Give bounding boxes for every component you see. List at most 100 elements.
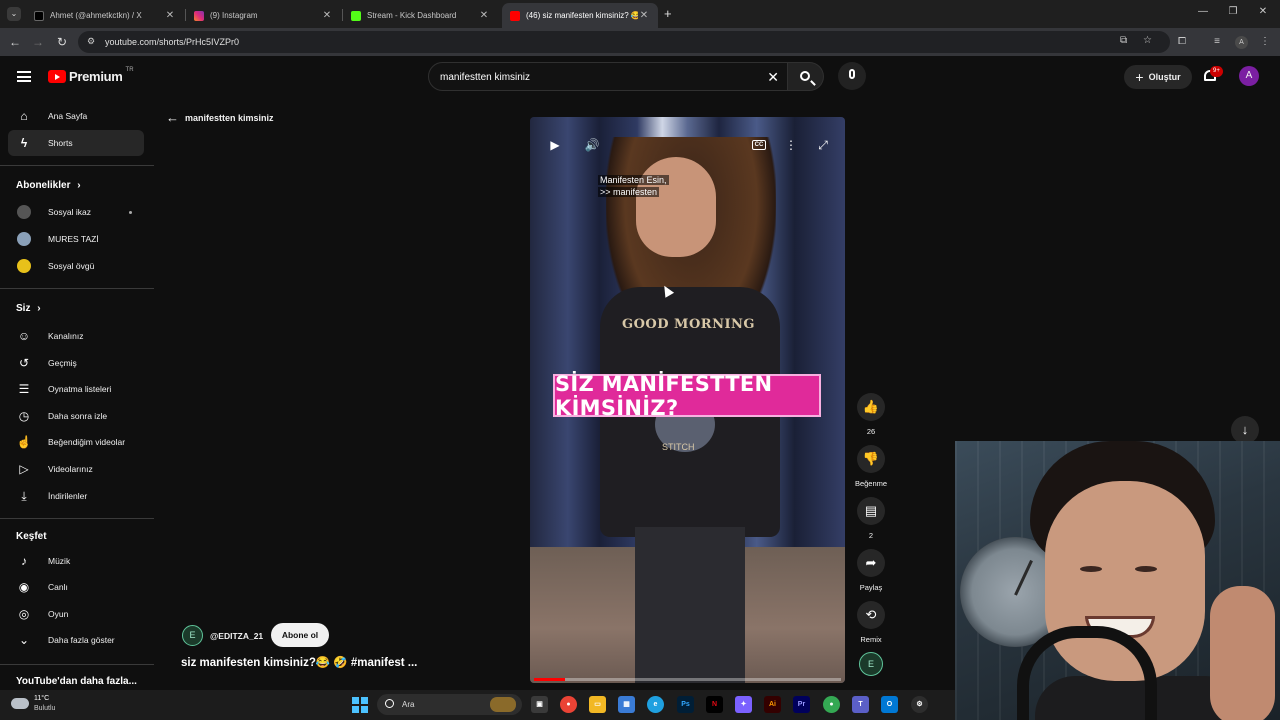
search-button[interactable] bbox=[788, 62, 824, 91]
channel-handle[interactable]: @EDITZA_21 bbox=[210, 631, 263, 641]
youtube-logo[interactable]: Premium TR bbox=[48, 67, 134, 84]
minimize-icon[interactable]: — bbox=[1193, 6, 1213, 17]
tab-list-chevron-icon[interactable]: ⌄ bbox=[7, 7, 21, 21]
volume-icon[interactable]: 🔊 bbox=[583, 136, 601, 154]
more-vertical-icon[interactable]: ⋮ bbox=[782, 136, 800, 154]
reload-icon[interactable]: ↻ bbox=[54, 35, 70, 49]
next-short-button[interactable]: ↓ bbox=[1231, 416, 1259, 444]
illustrator-icon[interactable]: Ai bbox=[764, 696, 781, 713]
teams-icon[interactable]: T bbox=[852, 696, 869, 713]
video-progress-bar[interactable] bbox=[534, 678, 841, 681]
site-info-icon[interactable]: ⚙ bbox=[87, 36, 95, 47]
chrome-icon[interactable]: ● bbox=[560, 696, 577, 713]
new-tab-button[interactable]: + bbox=[664, 6, 672, 21]
close-icon[interactable]: ✕ bbox=[478, 10, 490, 21]
share-label: Paylaş bbox=[859, 583, 883, 592]
sidebar-item-your-channel[interactable]: ☺ Kanalınız bbox=[8, 323, 144, 349]
sidebar-item-watch-later[interactable]: ◷ Daha sonra izle bbox=[8, 403, 144, 429]
share-button[interactable]: ➦ bbox=[857, 549, 885, 577]
back-arrow-icon[interactable]: ← bbox=[7, 35, 23, 49]
copilot-icon[interactable]: ✦ bbox=[735, 696, 752, 713]
browser-tab-youtube[interactable]: (46) siz manifesten kimsiniz? 😂 ✕ bbox=[502, 3, 658, 28]
chrome-active-icon[interactable]: ● bbox=[823, 696, 840, 713]
short-title[interactable]: siz manifesten kimsiniz?😂 🤣 #manifest ..… bbox=[181, 655, 417, 669]
sidebar-item-show-more[interactable]: ⌄ Daha fazla göster bbox=[8, 627, 144, 653]
browser-tab-kick[interactable]: Stream - Kick Dashboard ✕ bbox=[343, 3, 498, 28]
browser-tab-instagram[interactable]: (9) Instagram ✕ bbox=[186, 3, 341, 28]
install-app-icon[interactable]: ⧉ bbox=[1120, 35, 1127, 46]
url-field[interactable]: ⚙ youtube.com/shorts/PrHc5IVZPr0 ⧉ ☆ bbox=[78, 31, 1170, 53]
search-input[interactable]: manifestten kimsiniz ✕ bbox=[428, 62, 788, 91]
create-button[interactable]: + Oluştur bbox=[1124, 65, 1192, 89]
play-icon[interactable]: ▶ bbox=[546, 136, 564, 154]
subscribe-button[interactable]: Abone ol bbox=[271, 623, 329, 647]
sidebar-item-gaming[interactable]: ◎ Oyun bbox=[8, 601, 144, 627]
browser-tab-x[interactable]: Ahmet (@ahmetkctkn) / X ✕ bbox=[26, 3, 184, 28]
streamer-eye bbox=[1135, 566, 1157, 572]
live-icon: ◉ bbox=[18, 580, 30, 594]
subscriptions-heading[interactable]: Abonelikler › bbox=[16, 180, 81, 191]
clear-search-icon[interactable]: ✕ bbox=[767, 69, 779, 86]
sidebar-item-home[interactable]: ⌂ Ana Sayfa bbox=[8, 103, 144, 129]
sidebar-item-subscription[interactable]: Sosyal ikaz bbox=[8, 199, 144, 225]
shirt-print-text: GOOD MORNING bbox=[622, 317, 756, 332]
history-icon: ↺ bbox=[18, 356, 30, 370]
premiere-icon[interactable]: Pr bbox=[793, 696, 810, 713]
maximize-icon[interactable]: ❐ bbox=[1223, 6, 1243, 17]
close-icon[interactable]: ✕ bbox=[638, 10, 650, 21]
more-from-youtube-heading: YouTube'dan daha fazla... bbox=[16, 676, 137, 687]
new-content-dot bbox=[129, 210, 132, 214]
search-highlight-icon bbox=[490, 697, 516, 712]
sidebar-item-downloads[interactable]: ⤓ İndirilenler bbox=[8, 483, 144, 509]
remix-button[interactable]: ⟲ bbox=[857, 601, 885, 629]
extensions-icon[interactable]: ⧠ bbox=[1176, 36, 1188, 48]
task-view-icon[interactable]: ▣ bbox=[531, 696, 548, 713]
comments-button[interactable]: ▤ bbox=[857, 497, 885, 525]
netflix-icon[interactable]: N bbox=[706, 696, 723, 713]
settings-gear-icon[interactable]: ⚙ bbox=[911, 696, 928, 713]
clock-hand bbox=[1014, 559, 1033, 596]
media-controls-icon[interactable]: ≡ bbox=[1211, 36, 1223, 48]
taskbar-search[interactable]: Ara bbox=[377, 694, 522, 715]
close-icon[interactable]: ✕ bbox=[321, 10, 333, 21]
close-icon[interactable]: ✕ bbox=[164, 10, 176, 21]
more-vertical-icon[interactable]: ⋮ bbox=[1259, 36, 1271, 48]
dislike-button[interactable]: 👎 bbox=[857, 445, 885, 473]
dislike-label: Beğenme bbox=[854, 479, 888, 488]
sidebar-item-history[interactable]: ↺ Geçmiş bbox=[8, 350, 144, 376]
sidebar-item-playlists[interactable]: ☰ Oynatma listeleri bbox=[8, 376, 144, 402]
outlook-icon[interactable]: O bbox=[881, 696, 898, 713]
sidebar-item-liked-videos[interactable]: ☝ Beğendiğim videolar bbox=[8, 429, 144, 455]
channel-avatar[interactable]: E bbox=[182, 625, 203, 646]
tab-title: Stream - Kick Dashboard bbox=[367, 11, 457, 20]
bookmark-star-icon[interactable]: ☆ bbox=[1143, 35, 1152, 46]
sidebar-item-label: Geçmiş bbox=[48, 358, 77, 368]
sidebar-item-subscription[interactable]: Sosyal övgü bbox=[8, 253, 144, 279]
cloud-icon[interactable] bbox=[11, 698, 29, 709]
comment-count: 2 bbox=[868, 531, 874, 540]
sidebar-item-subscription[interactable]: MURES TAZİ bbox=[8, 226, 144, 252]
back-to-search[interactable]: ← manifestten kimsiniz bbox=[166, 110, 274, 125]
you-heading[interactable]: Siz › bbox=[16, 303, 41, 314]
voice-search-button[interactable] bbox=[838, 62, 866, 90]
close-window-icon[interactable]: ✕ bbox=[1253, 6, 1273, 17]
sidebar-item-live[interactable]: ◉ Canlı bbox=[8, 574, 144, 600]
sound-source-avatar[interactable]: E bbox=[859, 652, 883, 676]
edge-icon[interactable]: e bbox=[647, 696, 664, 713]
windows-start-icon[interactable] bbox=[352, 697, 368, 713]
sidebar-item-music[interactable]: ♪ Müzik bbox=[8, 548, 144, 574]
menu-icon[interactable] bbox=[17, 71, 31, 82]
file-explorer-icon[interactable]: ▭ bbox=[589, 696, 606, 713]
forward-arrow-icon[interactable]: → bbox=[30, 35, 46, 49]
photoshop-icon[interactable]: Ps bbox=[677, 696, 694, 713]
captions-button[interactable]: CC bbox=[750, 136, 768, 154]
like-button[interactable]: 👍 bbox=[857, 393, 885, 421]
sidebar-item-your-videos[interactable]: ▷ Videolarınız bbox=[8, 456, 144, 482]
store-icon[interactable]: ▦ bbox=[618, 696, 635, 713]
account-avatar[interactable]: A bbox=[1239, 66, 1259, 86]
profile-avatar[interactable]: A bbox=[1235, 36, 1248, 49]
sidebar-item-label: Sosyal övgü bbox=[48, 261, 95, 271]
fullscreen-icon[interactable]: ⤢ bbox=[814, 136, 832, 154]
sidebar-item-shorts[interactable]: ϟ Shorts bbox=[8, 130, 144, 156]
shorts-video-player[interactable]: GOOD MORNING STITCH SİZ MANİFESTTEN KİMS… bbox=[530, 117, 845, 683]
